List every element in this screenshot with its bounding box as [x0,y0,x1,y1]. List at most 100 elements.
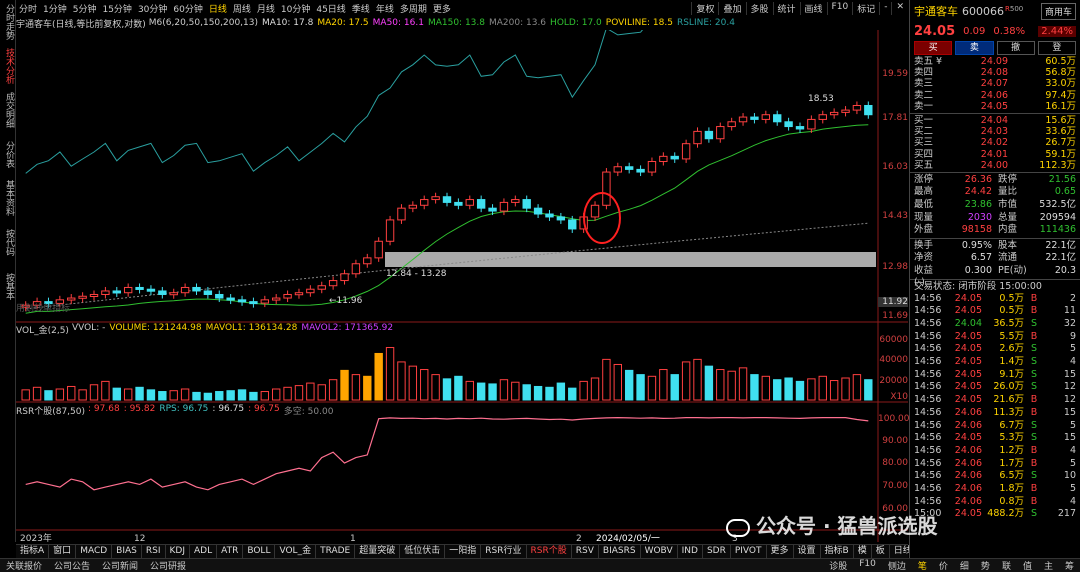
stat-row: 涨停 26.36 跌停 21.56 [910,174,1080,187]
candle [852,104,862,111]
indicator-tab[interactable]: ADL [190,545,218,558]
buy-row[interactable]: 买二 24.03 33.6万 [910,126,1080,137]
indicator-tab[interactable]: KDJ [166,545,190,558]
volume-bar [533,385,543,401]
buy-row[interactable]: 买四 24.01 59.1万 [910,149,1080,160]
indicator-tab[interactable]: VOL_金 [275,545,317,558]
candle [340,273,349,282]
candle [693,130,702,145]
status-button[interactable]: 笔 [912,559,933,572]
buy-row[interactable]: 买五 24.00 112.3万 [910,160,1080,171]
volume-bar [192,391,201,401]
sell-row[interactable]: 卖一 24.05 16.1万 [910,101,1080,112]
status-button[interactable]: 势 [975,559,996,572]
status-button[interactable]: 值 [1017,559,1038,572]
buy-button[interactable]: 买 [914,41,953,55]
status-link[interactable]: 公司公告 [48,559,96,572]
status-button[interactable]: 联 [996,559,1017,572]
status-button[interactable]: F10 [853,559,882,572]
sell-row[interactable]: 卖四 24.08 56.8万 [910,67,1080,78]
period-tab[interactable]: 60分钟 [170,2,205,15]
left-rail-tab[interactable]: 按代码 [0,220,16,264]
sell-row[interactable]: 卖五 ¥ 24.09 60.5万 [910,56,1080,67]
indicator-tab[interactable]: MACD [76,545,113,558]
period-tab[interactable]: 分时 [16,2,40,15]
indicator-tab[interactable]: 超量突破 [355,545,401,558]
left-rail-tab[interactable]: 技术分析 [0,44,16,88]
period-tab[interactable]: 15分钟 [99,2,134,15]
industry-tag[interactable]: 商用车 [1040,2,1076,20]
left-rail-tab[interactable]: 分时走势 [0,0,16,44]
period-tab[interactable]: 5分钟 [70,2,100,15]
indicator-tab-right[interactable]: 板 [872,545,890,558]
toolbar-button[interactable]: 画线 [799,1,827,15]
cancel-button[interactable]: 撤 [996,41,1035,55]
buy-row[interactable]: 买三 24.02 26.7万 [910,137,1080,148]
period-tab[interactable]: 1分钟 [40,2,70,15]
sell-button[interactable]: 卖 [955,41,994,55]
left-rail-tab[interactable]: 按基本 [0,264,16,308]
period-tab[interactable]: 季线 [349,2,373,15]
status-button[interactable]: 价 [933,559,954,572]
indicator-tab[interactable]: RSR行业 [481,545,527,558]
indicator-tab[interactable]: RSV [572,545,599,558]
status-button[interactable]: 诊股 [823,559,853,572]
buy-row[interactable]: 买一 24.04 15.6万 [910,115,1080,126]
indicator-tab[interactable]: ATR [217,545,244,558]
status-link[interactable]: 公司研报 [144,559,192,572]
toolbar-button[interactable]: ✕ [891,1,908,15]
period-tab[interactable]: 30分钟 [135,2,170,15]
indicator-value: : 95.82 [123,404,156,414]
period-tab[interactable]: 多周期 [397,2,430,15]
indicator-tab[interactable]: RSR个股 [527,545,572,558]
toolbar-button[interactable]: - [879,1,891,15]
indicator-tab[interactable]: BIASRS [599,545,641,558]
sell-row[interactable]: 卖三 24.07 33.0万 [910,78,1080,89]
pct-box: 2.44% [1038,25,1076,37]
indicator-tab[interactable]: IND [678,545,703,558]
status-button[interactable]: 细 [954,559,975,572]
period-tab[interactable]: 周线 [230,2,254,15]
candle [613,166,622,173]
indicator-tab-right[interactable]: 指标B [821,545,854,558]
left-rail-tab[interactable]: 成交明细 [0,88,16,132]
chart-area[interactable]: 12.84 - 13.28←11.9618.53用划线单指标2023年 12 1 2 2… [16,30,908,542]
period-tab[interactable]: 更多 [430,2,454,15]
indicator-tab[interactable]: WOBV [641,545,678,558]
indicator-tab[interactable]: SDR [703,545,731,558]
period-tab[interactable]: 月线 [254,2,278,15]
indicator-tab[interactable]: 一阳指 [445,545,482,558]
toolbar-button[interactable]: 统计 [772,1,800,15]
period-tab[interactable]: 45日线 [313,2,348,15]
status-link[interactable]: 关联报价 [0,559,48,572]
indicator-tab-right[interactable]: 模 [854,545,872,558]
indicator-tab[interactable]: TRADE [316,545,356,558]
indicator-tab[interactable]: 更多 [767,545,794,558]
toolbar-button[interactable]: 复权 [691,1,718,15]
left-rail-tab[interactable]: 基本资料 [0,176,16,220]
volume-bar [568,387,577,401]
indicator-tab[interactable]: BOLL [243,545,276,558]
indicator-tab[interactable]: 低位伏击 [400,545,446,558]
indicator-tab[interactable]: 窗口 [49,545,77,558]
status-link[interactable]: 公司新闻 [96,559,144,572]
toolbar-button[interactable]: 多股 [745,1,773,15]
toolbar-button[interactable]: F10 [826,1,853,15]
indicator-tab[interactable]: 指标A [16,545,50,558]
indicator-tab[interactable]: 设置 [794,545,821,558]
status-button[interactable]: 筹 [1059,559,1080,572]
toolbar-button[interactable]: 标记 [852,1,879,15]
toolbar-button[interactable]: 叠加 [718,1,745,15]
left-rail-tab[interactable]: 分价表 [0,132,16,176]
sell-row[interactable]: 卖二 24.06 97.4万 [910,90,1080,101]
indicator-tab[interactable]: PIVOT [731,545,767,558]
stat-key: 市值 [998,199,1018,211]
indicator-tab[interactable]: RSI [142,545,166,558]
period-tab[interactable]: 年线 [373,2,397,15]
indicator-tab[interactable]: BIAS [112,545,142,558]
status-button[interactable]: 侧边 [882,559,912,572]
period-tab[interactable]: 日线 [206,2,230,15]
login-button[interactable]: 登 [1037,41,1076,55]
status-button[interactable]: 主 [1038,559,1059,572]
period-tab[interactable]: 10分钟 [278,2,313,15]
